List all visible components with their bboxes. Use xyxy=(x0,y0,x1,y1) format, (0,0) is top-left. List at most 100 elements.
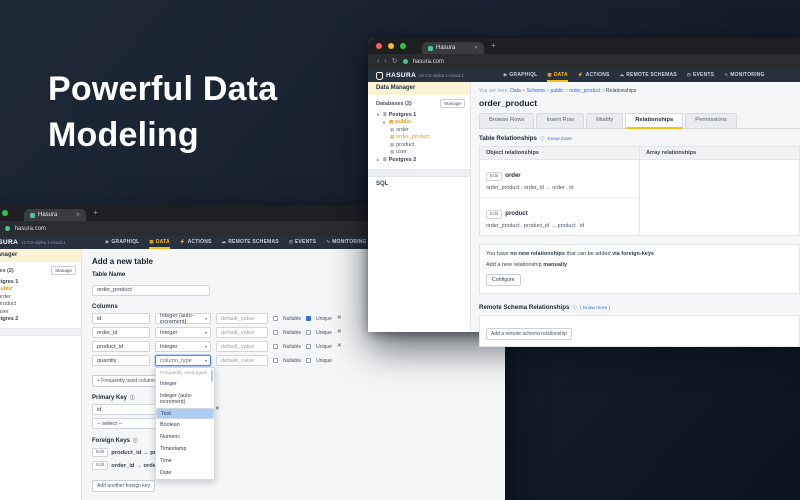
frequently-used-columns-button[interactable]: + Frequently used columns xyxy=(92,375,163,387)
column-type-select[interactable]: Integer (auto-increment) ▾ xyxy=(155,313,211,325)
remove-primary-key-icon[interactable]: ✕ xyxy=(215,406,220,412)
column-type-select-open[interactable]: column_type ▾ Frequently used types Intege… xyxy=(155,355,215,480)
dropdown-option[interactable]: Boolean xyxy=(156,419,214,431)
column-type-select[interactable]: Integer ▾ xyxy=(155,327,211,338)
column-default-input[interactable] xyxy=(216,341,268,352)
nav-monitoring[interactable]: ∿ MONITORING xyxy=(724,69,764,82)
nav-remote-schemas[interactable]: ☁ REMOTE SCHEMAS xyxy=(620,69,677,82)
column-name-input[interactable] xyxy=(92,355,150,366)
scrollbar-thumb[interactable] xyxy=(211,370,213,382)
nullable-checkbox[interactable] xyxy=(273,316,278,321)
column-name-input[interactable] xyxy=(92,313,150,324)
sidebar-item-product[interactable]: ▦product xyxy=(0,301,81,309)
edit-button[interactable]: Edit xyxy=(92,448,109,457)
browser-tab[interactable]: Hasura ✕ xyxy=(422,42,484,54)
new-tab-button[interactable]: + xyxy=(491,42,496,50)
nav-data[interactable]: ▦ DATA xyxy=(149,236,170,249)
remove-column-icon[interactable]: ✕ xyxy=(337,329,342,335)
column-type-menu[interactable]: Frequently used types Integer Integer (aut… xyxy=(155,367,215,480)
know-more-link[interactable]: Know more xyxy=(548,137,572,142)
tab-permissions[interactable]: Permissions xyxy=(685,113,737,128)
unique-checkbox[interactable] xyxy=(306,330,312,335)
edit-button[interactable]: Edit xyxy=(92,461,109,470)
unique-checkbox[interactable] xyxy=(306,316,312,321)
sidebar-item-postgres-1[interactable]: ▾≣Postgres 1 xyxy=(368,111,470,119)
remove-column-icon[interactable]: ✕ xyxy=(337,315,342,321)
manage-button[interactable]: Manage xyxy=(51,266,76,275)
breadcrumb-link[interactable]: order_product xyxy=(569,88,600,94)
nav-events[interactable]: ◷ EVENTS xyxy=(289,236,316,249)
nav-events[interactable]: ◷ EVENTS xyxy=(687,69,714,82)
close-window-icon[interactable] xyxy=(376,43,382,49)
sidebar-item-user[interactable]: ▦user xyxy=(0,308,81,316)
reload-icon[interactable]: ↻ xyxy=(392,58,398,65)
dropdown-option[interactable]: Numeric xyxy=(156,431,214,443)
sidebar-item-order-product[interactable]: ▦ order_product xyxy=(368,134,470,142)
zoom-window-icon[interactable] xyxy=(2,210,8,216)
nav-graphiql[interactable]: ▶ GRAPHIQL xyxy=(106,236,140,249)
dropdown-option[interactable]: Text xyxy=(156,408,214,419)
nav-actions[interactable]: ⚡ ACTIONS xyxy=(180,236,212,249)
nav-monitoring[interactable]: ∿ MONITORING xyxy=(326,236,366,249)
minimize-window-icon[interactable] xyxy=(388,43,394,49)
new-tab-button[interactable]: + xyxy=(93,209,98,217)
foreign-key-row: Edit product_id → product . id xyxy=(92,448,495,457)
sidebar-item-postgres-2[interactable]: ▸≣Postgres 2 xyxy=(0,316,81,324)
nullable-checkbox[interactable] xyxy=(273,330,278,335)
unique-checkbox[interactable] xyxy=(306,358,312,363)
sidebar-item-order[interactable]: ▦order xyxy=(0,293,81,301)
zoom-window-icon[interactable] xyxy=(400,43,406,49)
unique-checkbox[interactable] xyxy=(306,344,312,349)
column-default-input[interactable] xyxy=(216,327,268,338)
breadcrumb-link[interactable]: Data xyxy=(510,88,521,94)
window-controls[interactable] xyxy=(376,43,406,49)
forward-icon[interactable]: › xyxy=(384,58,386,65)
remove-column-icon[interactable]: ✕ xyxy=(337,343,342,349)
configure-button[interactable]: Configure xyxy=(486,274,521,286)
table-name-input[interactable] xyxy=(92,284,210,296)
nav-data[interactable]: ▦ DATA xyxy=(547,69,568,82)
sidebar-item-order[interactable]: ▦order xyxy=(368,126,470,134)
manage-button[interactable]: Manage xyxy=(440,99,465,108)
column-name-input[interactable] xyxy=(92,341,150,352)
edit-button[interactable]: Edit xyxy=(486,210,503,219)
sidebar-item-postgres-1[interactable]: ▾≣Postgres 1 xyxy=(0,278,81,286)
dropdown-option[interactable]: Time xyxy=(156,455,214,467)
sidebar-item-product[interactable]: ▦product xyxy=(368,141,470,149)
know-more-link[interactable]: ( Know more ) xyxy=(580,306,610,311)
column-default-input[interactable] xyxy=(216,313,268,324)
column-default-input[interactable] xyxy=(216,355,268,366)
sidebar-item-sql[interactable]: SQL xyxy=(368,177,470,187)
tab-relationships[interactable]: Relationships xyxy=(625,113,684,129)
tab-modify[interactable]: Modify xyxy=(586,113,624,128)
sidebar-item-public[interactable]: ▾▤public xyxy=(368,119,470,127)
dropdown-option[interactable]: Timestamp xyxy=(156,443,214,455)
window-controls[interactable] xyxy=(0,210,8,216)
dropdown-option[interactable]: Integer (auto-increment) xyxy=(156,390,214,408)
nav-remote-schemas[interactable]: ☁ REMOTE SCHEMAS xyxy=(222,236,279,249)
sidebar-item-public[interactable]: ▾▤public xyxy=(0,286,81,294)
nav-actions[interactable]: ⚡ ACTIONS xyxy=(578,69,610,82)
tab-browse-rows[interactable]: Browse Rows xyxy=(479,113,535,128)
url-text[interactable]: hasura.com xyxy=(15,226,46,232)
add-remote-schema-relationship-button[interactable]: Add a remote schema relationship xyxy=(486,328,572,340)
browser-tab[interactable]: Hasura ✕ xyxy=(24,209,86,221)
close-tab-icon[interactable]: ✕ xyxy=(76,212,80,218)
add-foreign-key-button[interactable]: Add another foreign key xyxy=(92,480,156,492)
url-text[interactable]: hasura.com xyxy=(413,59,444,65)
nav-graphiql[interactable]: ▶ GRAPHIQL xyxy=(504,69,538,82)
sidebar-item-user[interactable]: ▦user xyxy=(368,149,470,157)
sidebar-item-postgres-2[interactable]: ▸≣Postgres 2 xyxy=(368,156,470,164)
close-tab-icon[interactable]: ✕ xyxy=(474,45,478,51)
breadcrumb-link[interactable]: public xyxy=(551,88,564,94)
dropdown-option[interactable]: Date xyxy=(156,467,214,479)
edit-button[interactable]: Edit xyxy=(486,172,503,181)
tab-insert-row[interactable]: Insert Row xyxy=(536,113,585,128)
nullable-checkbox[interactable] xyxy=(273,344,278,349)
column-name-input[interactable] xyxy=(92,327,150,338)
back-icon[interactable]: ‹ xyxy=(377,58,379,65)
column-type-select[interactable]: Integer ▾ xyxy=(155,341,211,352)
dropdown-option[interactable]: Integer xyxy=(156,378,214,390)
breadcrumb-link[interactable]: Schema xyxy=(527,88,545,94)
nullable-checkbox[interactable] xyxy=(273,358,278,363)
